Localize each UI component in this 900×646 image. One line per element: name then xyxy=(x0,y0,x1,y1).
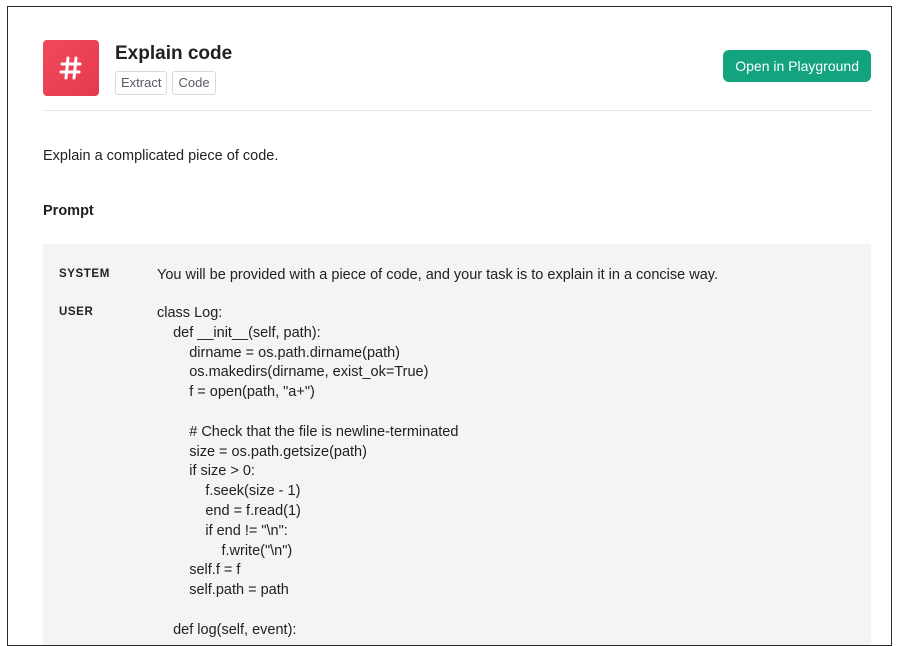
page-title: Explain code xyxy=(115,43,233,64)
tag-code[interactable]: Code xyxy=(172,71,216,95)
message-role-user: USER xyxy=(59,306,94,318)
prompt-panel: SYSTEM You will be provided with a piece… xyxy=(43,244,871,645)
open-in-playground-button[interactable]: Open in Playground xyxy=(723,50,871,82)
message-content-user: class Log: def __init__(self, path): dir… xyxy=(157,305,459,638)
example-detail-page: Explain code Extract Code Open in Playgr… xyxy=(7,6,892,646)
tag-list: Extract Code xyxy=(115,71,216,95)
prompt-heading: Prompt xyxy=(43,203,94,219)
hash-icon xyxy=(43,40,99,96)
example-header: Explain code Extract Code Open in Playgr… xyxy=(43,38,871,111)
tag-extract[interactable]: Extract xyxy=(115,71,168,95)
message-content-system: You will be provided with a piece of cod… xyxy=(157,267,718,283)
example-description: Explain a complicated piece of code. xyxy=(43,148,279,164)
message-role-system: SYSTEM xyxy=(59,268,110,280)
